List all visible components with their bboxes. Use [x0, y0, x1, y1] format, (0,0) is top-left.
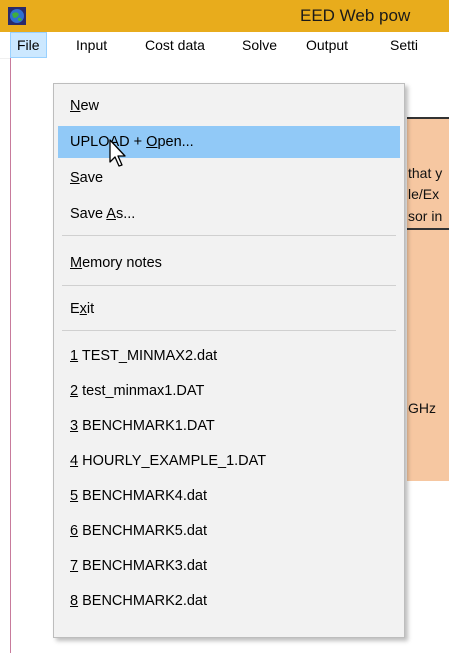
menu-solve[interactable]: Solve: [236, 32, 283, 58]
panel-divider: [407, 117, 449, 119]
menu-item-exit[interactable]: Exit: [58, 293, 400, 325]
menu-item-new[interactable]: New: [58, 90, 400, 122]
recent-file-item[interactable]: 2 test_minmax1.DAT: [58, 375, 400, 407]
recent-file-item[interactable]: 1 TEST_MINMAX2.dat: [58, 340, 400, 372]
title-bar: EED Web pow: [0, 0, 449, 32]
recent-file-item[interactable]: 6 BENCHMARK5.dat: [58, 515, 400, 547]
globe-app-icon[interactable]: [8, 7, 26, 25]
recent-file-item[interactable]: 8 BENCHMARK2.dat: [58, 585, 400, 617]
window-title: EED Web pow: [300, 6, 411, 25]
menu-output[interactable]: Output: [300, 32, 354, 58]
recent-file-item[interactable]: 5 BENCHMARK4.dat: [58, 480, 400, 512]
recent-file-item[interactable]: 7 BENCHMARK3.dat: [58, 550, 400, 582]
menu-separator: [62, 285, 396, 286]
panel-text-line: that y: [408, 165, 443, 181]
menu-item-save-as[interactable]: Save As...: [58, 198, 400, 230]
menu-separator: [62, 330, 396, 331]
file-dropdown-menu: New UPLOAD + Open... Save Save As... Mem…: [53, 83, 405, 638]
menu-settings[interactable]: Setti: [384, 32, 424, 58]
panel-text-line: sor in: [408, 208, 443, 224]
app-window: EED Web pow File Input Cost data Solve O…: [0, 0, 449, 653]
mouse-pointer-icon: [109, 139, 126, 167]
panel-text-line: GHz: [408, 400, 436, 416]
menu-separator: [62, 235, 396, 236]
menu-item-memory-notes[interactable]: Memory notes: [58, 247, 400, 279]
menu-input[interactable]: Input: [70, 32, 113, 58]
menu-file[interactable]: File: [10, 32, 47, 58]
menu-bar: File Input Cost data Solve Output Setti: [0, 32, 449, 59]
recent-file-item[interactable]: 3 BENCHMARK1.DAT: [58, 410, 400, 442]
recent-file-item[interactable]: 4 HOURLY_EXAMPLE_1.DAT: [58, 445, 400, 477]
menu-cost-data[interactable]: Cost data: [139, 32, 211, 58]
panel-text-line: le/Ex: [408, 186, 440, 202]
panel-divider: [407, 228, 449, 230]
